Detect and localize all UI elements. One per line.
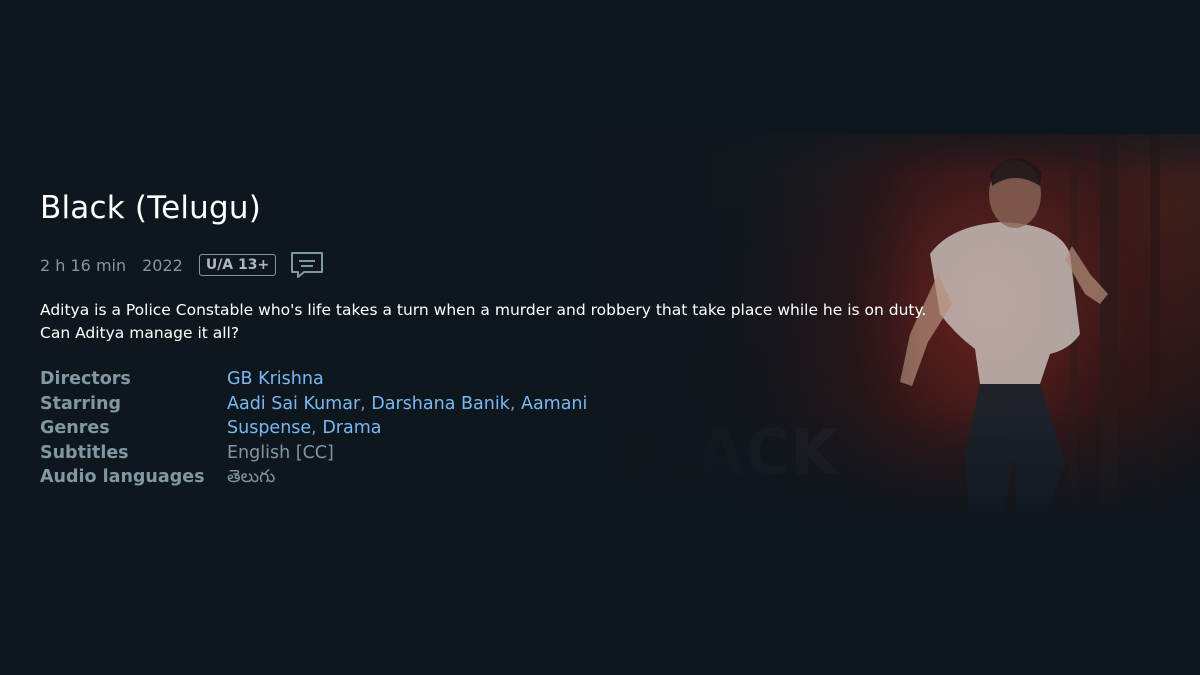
cast-link[interactable]: Aadi Sai Kumar xyxy=(227,394,360,414)
page-title: Black (Telugu) xyxy=(40,190,262,226)
maturity-rating-badge: U/A 13+ xyxy=(198,254,277,276)
subtitles-icon xyxy=(290,251,324,279)
directors-label: Directors xyxy=(40,369,131,389)
audio-languages-label: Audio languages xyxy=(40,467,205,487)
starring-label: Starring xyxy=(40,393,122,414)
directors-row: Directors GB Krishna xyxy=(40,367,587,392)
genre-link[interactable]: Drama xyxy=(322,418,381,438)
genre-link[interactable]: Suspense xyxy=(227,418,311,438)
cast-link[interactable]: Aamani xyxy=(521,394,587,414)
meta-row: 2 h 16 min 2022 U/A 13+ xyxy=(40,251,324,279)
release-year: 2022 xyxy=(142,255,183,275)
synopsis-line-2: Can Aditya manage it all? xyxy=(40,324,240,342)
subtitles-value: English [CC] xyxy=(227,442,334,463)
cast-link[interactable]: Darshana Banik xyxy=(371,394,510,414)
genres-row: Genres Suspense, Drama xyxy=(40,416,587,441)
synopsis-line-1: Aditya is a Police Constable who's life … xyxy=(40,301,927,319)
details-list: Directors GB Krishna Starring Aadi Sai K… xyxy=(40,367,587,490)
subtitles-label: Subtitles xyxy=(40,442,129,463)
audio-languages-value: తెలుగు xyxy=(227,467,276,487)
synopsis: Aditya is a Police Constable who's life … xyxy=(40,299,1020,345)
detail-page: BLACK Black (Telugu) 2 h 16 min 2022 U/A… xyxy=(0,0,1200,675)
audio-languages-row: Audio languages తెలుగు xyxy=(40,465,587,490)
runtime: 2 h 16 min xyxy=(40,255,127,275)
starring-row: Starring Aadi Sai Kumar, Darshana Banik,… xyxy=(40,392,587,417)
director-link[interactable]: GB Krishna xyxy=(227,369,324,389)
genres-label: Genres xyxy=(40,418,110,438)
subtitles-row: Subtitles English [CC] xyxy=(40,441,587,466)
